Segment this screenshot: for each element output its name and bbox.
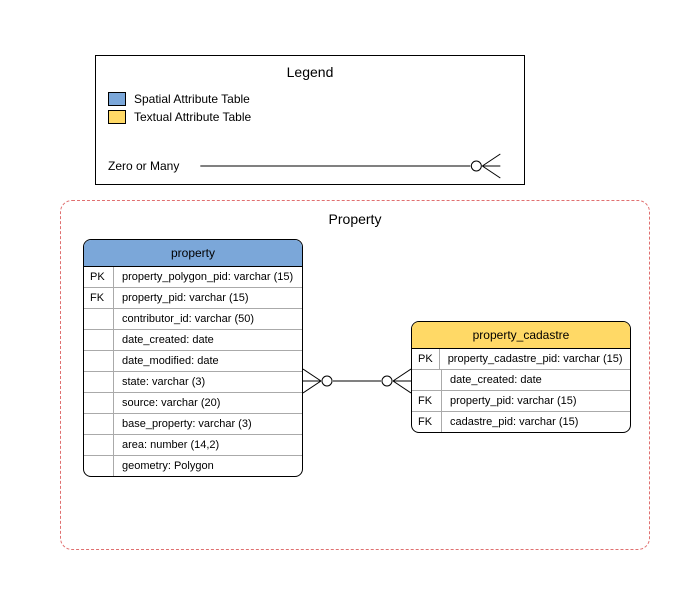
swatch-spatial xyxy=(108,92,126,106)
key-cell: FK xyxy=(412,412,442,432)
attr-cell: cadastre_pid: varchar (15) xyxy=(442,412,630,432)
legend-rel-label: Zero or Many xyxy=(108,159,179,173)
legend-items: Spatial Attribute Table Textual Attribut… xyxy=(96,92,524,124)
table-row: state: varchar (3) xyxy=(84,372,302,393)
table-row: base_property: varchar (3) xyxy=(84,414,302,435)
attr-cell: area: number (14,2) xyxy=(114,435,302,455)
table-property-header: property xyxy=(84,240,302,267)
attr-cell: property_polygon_pid: varchar (15) xyxy=(114,267,302,287)
legend-box: Legend Spatial Attribute Table Textual A… xyxy=(95,55,525,185)
key-cell xyxy=(412,370,442,390)
key-cell xyxy=(84,393,114,413)
key-cell: FK xyxy=(412,391,442,411)
table-row: geometry: Polygon xyxy=(84,456,302,476)
zero-or-many-notation-icon xyxy=(189,146,512,186)
legend-textual-label: Textual Attribute Table xyxy=(134,110,251,124)
key-cell: PK xyxy=(412,349,440,369)
table-row: contributor_id: varchar (50) xyxy=(84,309,302,330)
key-cell xyxy=(84,330,114,350)
property-container: Property property PKproperty_polygon_pid… xyxy=(60,200,650,550)
attr-cell: date_created: date xyxy=(114,330,302,350)
table-cadastre-header: property_cadastre xyxy=(412,322,630,349)
attr-cell: property_cadastre_pid: varchar (15) xyxy=(440,349,631,369)
attr-cell: date_created: date xyxy=(442,370,630,390)
property-container-title: Property xyxy=(61,201,649,233)
table-row: date_created: date xyxy=(412,370,630,391)
key-cell: FK xyxy=(84,288,114,308)
relationship-connector xyxy=(303,361,411,401)
table-row: PKproperty_cadastre_pid: varchar (15) xyxy=(412,349,630,370)
key-cell xyxy=(84,351,114,371)
attr-cell: property_pid: varchar (15) xyxy=(442,391,630,411)
key-cell xyxy=(84,372,114,392)
key-cell xyxy=(84,414,114,434)
attr-cell: property_pid: varchar (15) xyxy=(114,288,302,308)
table-property: property PKproperty_polygon_pid: varchar… xyxy=(83,239,303,477)
attr-cell: source: varchar (20) xyxy=(114,393,302,413)
table-row: date_created: date xyxy=(84,330,302,351)
table-row: PKproperty_polygon_pid: varchar (15) xyxy=(84,267,302,288)
key-cell xyxy=(84,309,114,329)
key-cell xyxy=(84,435,114,455)
attr-cell: contributor_id: varchar (50) xyxy=(114,309,302,329)
table-row: source: varchar (20) xyxy=(84,393,302,414)
legend-title: Legend xyxy=(96,56,524,88)
key-cell xyxy=(84,456,114,476)
key-cell: PK xyxy=(84,267,114,287)
table-row: date_modified: date xyxy=(84,351,302,372)
attr-cell: base_property: varchar (3) xyxy=(114,414,302,434)
table-property-body: PKproperty_polygon_pid: varchar (15)FKpr… xyxy=(84,267,302,476)
legend-item-textual: Textual Attribute Table xyxy=(108,110,512,124)
attr-cell: date_modified: date xyxy=(114,351,302,371)
legend-rel: Zero or Many xyxy=(96,134,524,198)
attr-cell: state: varchar (3) xyxy=(114,372,302,392)
legend-spatial-label: Spatial Attribute Table xyxy=(134,92,250,106)
table-cadastre-body: PKproperty_cadastre_pid: varchar (15)dat… xyxy=(412,349,630,432)
table-row: FKcadastre_pid: varchar (15) xyxy=(412,412,630,432)
table-property-cadastre: property_cadastre PKproperty_cadastre_pi… xyxy=(411,321,631,433)
table-row: area: number (14,2) xyxy=(84,435,302,456)
attr-cell: geometry: Polygon xyxy=(114,456,302,476)
legend-item-spatial: Spatial Attribute Table xyxy=(108,92,512,106)
table-row: FKproperty_pid: varchar (15) xyxy=(412,391,630,412)
swatch-textual xyxy=(108,110,126,124)
table-row: FKproperty_pid: varchar (15) xyxy=(84,288,302,309)
